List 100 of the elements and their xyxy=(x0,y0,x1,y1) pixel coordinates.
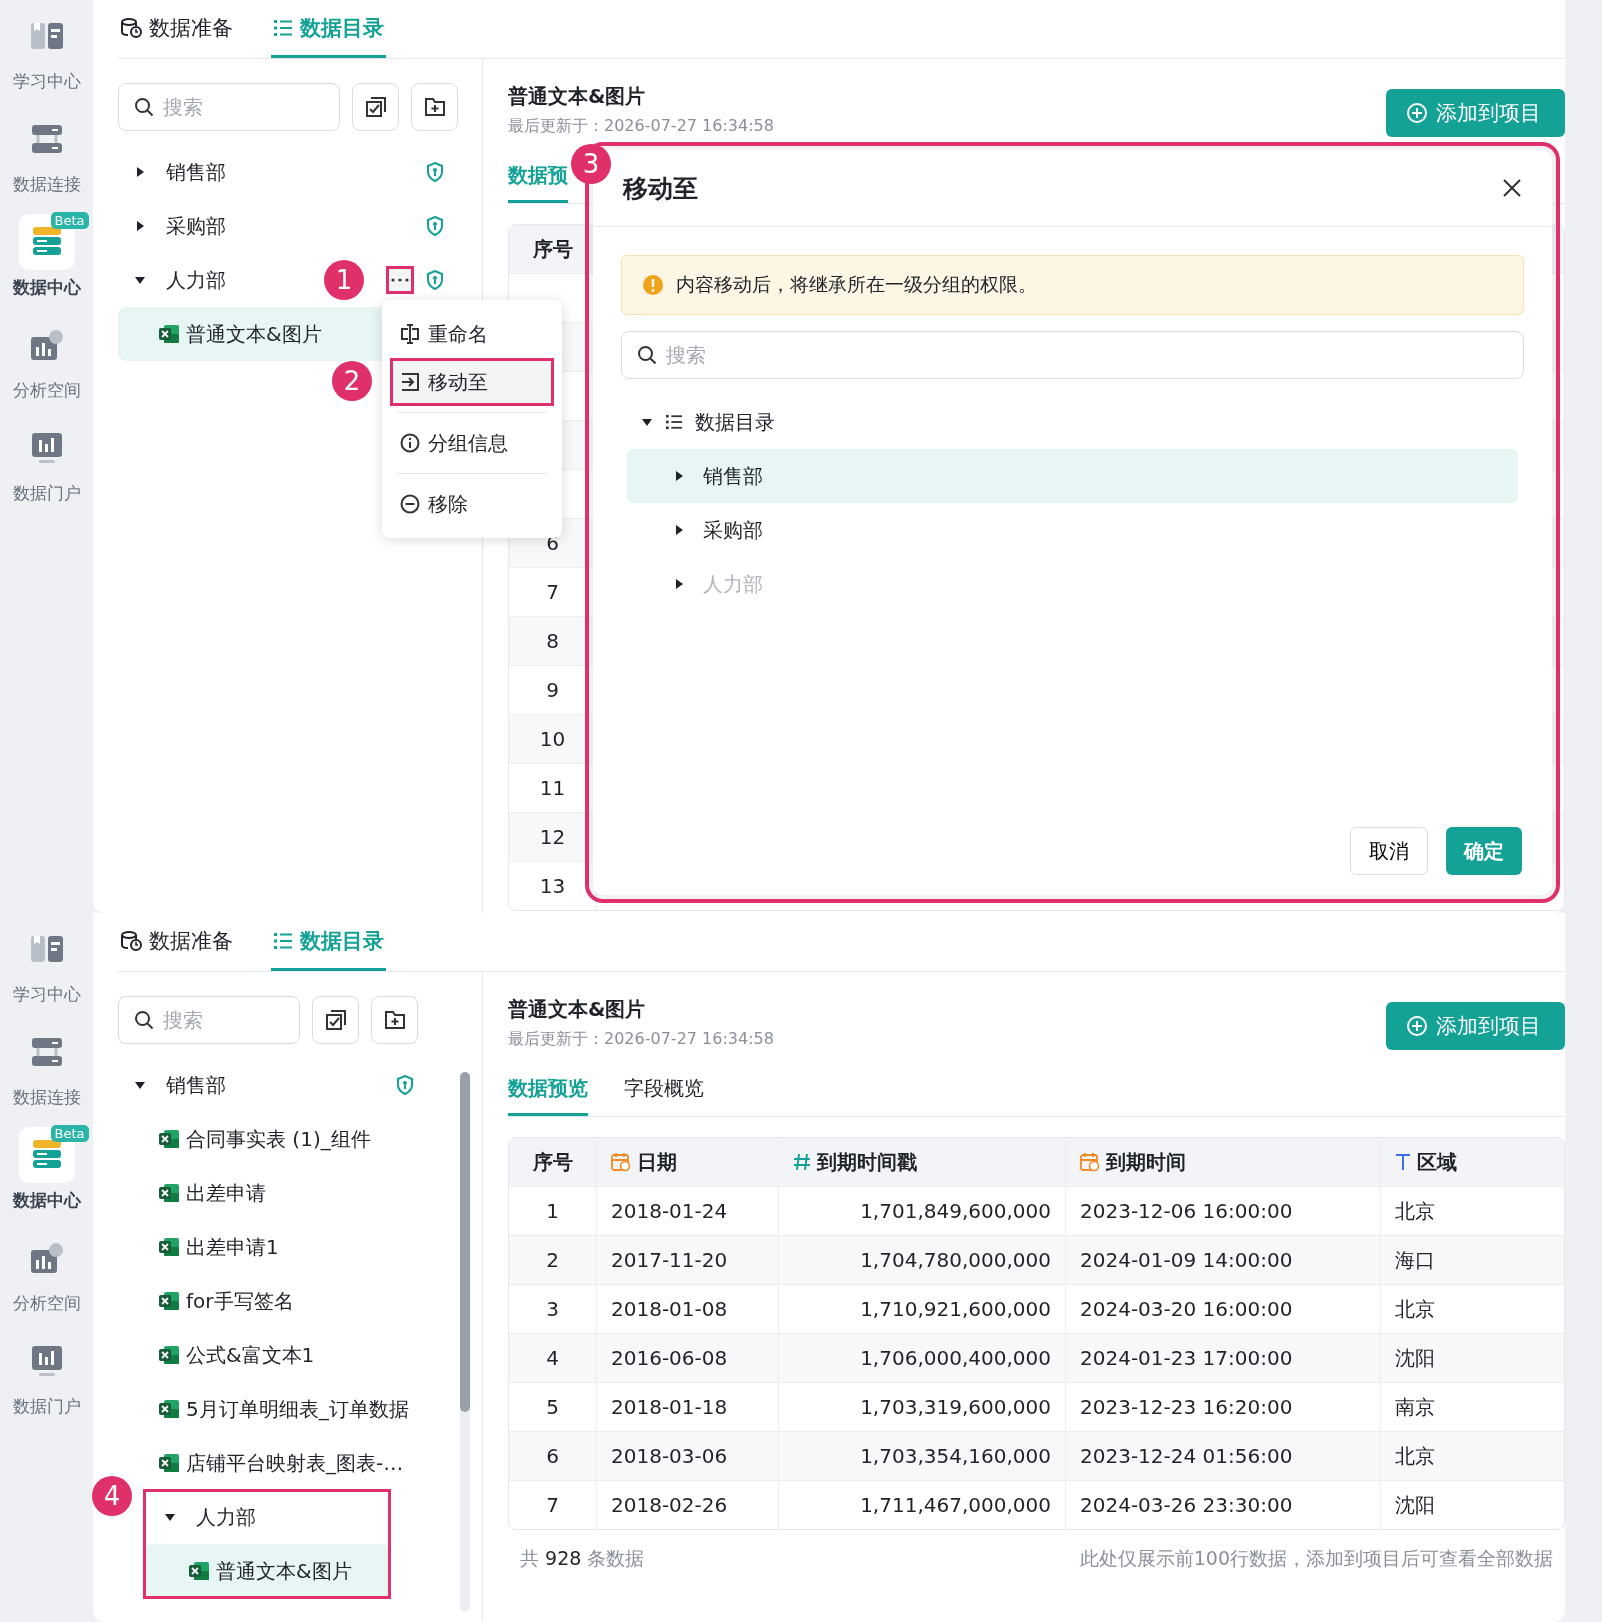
monitor-chart-icon xyxy=(30,432,63,464)
text-type-icon xyxy=(1395,1153,1411,1171)
folder-plus-icon xyxy=(383,1010,406,1030)
chart-icon xyxy=(29,329,64,361)
table-cell-text: 沈阳 xyxy=(1394,1344,1436,1372)
search-field[interactable]: 搜索 xyxy=(118,83,340,131)
tree-item[interactable]: 合同事实表 (1)_组件 xyxy=(118,1112,418,1166)
beta-badge: Beta xyxy=(50,212,89,229)
tree-item[interactable]: 5月订单明细表_订单数据 xyxy=(118,1382,418,1436)
table-cell: 6 xyxy=(509,1432,597,1480)
nav-item[interactable]: 学习中心 xyxy=(2,921,91,1006)
table-cell-text: 北京 xyxy=(1394,1295,1436,1323)
plus-circle-icon xyxy=(1406,102,1428,124)
tree-item[interactable]: 出差申请 xyxy=(118,1166,418,1220)
caret-icon xyxy=(673,578,685,590)
book-icon xyxy=(29,21,64,51)
spreadsheet-icon xyxy=(158,1344,180,1366)
spreadsheet-icon xyxy=(158,1398,180,1420)
caret-icon xyxy=(134,1079,146,1091)
tree-folder[interactable]: 销售部 xyxy=(118,145,458,199)
dialog-title: 移动至 xyxy=(623,172,698,205)
updated-time: 最后更新于：2026-07-27 16:34:58 xyxy=(508,116,774,137)
caret-icon xyxy=(673,524,685,536)
column-header: 到期时间戳 xyxy=(779,1138,1066,1186)
nav-item[interactable]: 学习中心 xyxy=(2,8,91,93)
menu-item[interactable]: 分组信息 xyxy=(390,419,554,467)
server-icon xyxy=(29,123,64,155)
step-marker: 1 xyxy=(324,260,364,300)
table-cell: 2 xyxy=(509,1236,597,1284)
table-cell: 4 xyxy=(509,1334,597,1382)
minus-circle-icon xyxy=(400,494,420,514)
spreadsheet-icon xyxy=(158,1128,180,1150)
search-icon xyxy=(134,97,154,117)
dataset-title: 普通文本&图片 xyxy=(508,83,647,110)
view-tab[interactable]: 字段概览 xyxy=(624,1064,704,1116)
table-cell: 2016-06-08 xyxy=(597,1334,779,1382)
tree-folder[interactable]: 采购部 xyxy=(118,199,458,253)
table-cell: 2024-01-09 14:00:00 xyxy=(1066,1236,1381,1284)
new-folder-button[interactable] xyxy=(411,83,458,131)
tree-item[interactable]: 出差申请1 xyxy=(118,1220,418,1274)
tree-folder[interactable]: 人力部 1 xyxy=(118,253,458,307)
hash-icon xyxy=(793,1152,811,1172)
folder-plus-icon xyxy=(423,97,446,117)
cancel-button[interactable]: 取消 xyxy=(1350,827,1428,875)
tree-item[interactable]: 公式&富文本1 xyxy=(118,1328,418,1382)
spreadsheet-icon xyxy=(158,1290,180,1312)
tree-item[interactable]: 普通文本&图片 xyxy=(144,1544,390,1598)
batch-select-button[interactable] xyxy=(312,996,359,1044)
table-cell: 2024-03-26 23:30:00 xyxy=(1066,1481,1381,1529)
nav-item[interactable]: 数据连接 xyxy=(2,1024,91,1109)
table-cell: 1,706,000,400,000 xyxy=(779,1334,1066,1382)
scrollbar[interactable] xyxy=(460,1072,470,1612)
shield-icon xyxy=(396,1075,414,1095)
table-cell-text: 沈阳 xyxy=(1394,1491,1436,1519)
top-tab[interactable]: 数据准备 xyxy=(118,913,235,971)
nav-item[interactable]: 数据门户 xyxy=(2,420,91,505)
tree-folder[interactable]: 人力部 xyxy=(144,1490,390,1544)
checkbox-icon xyxy=(324,1009,347,1031)
tree-item[interactable]: for手写签名 xyxy=(118,1274,418,1328)
spreadsheet-icon xyxy=(158,1452,180,1474)
search-field[interactable]: 搜索 xyxy=(621,331,1524,379)
spreadsheet-icon xyxy=(158,1236,180,1258)
folder-label: 销售部 xyxy=(166,158,226,186)
tree-root[interactable]: 数据目录 xyxy=(621,395,1524,449)
tree-folder[interactable]: 销售部 xyxy=(118,1058,418,1112)
warning-icon xyxy=(642,274,664,296)
search-field[interactable]: 搜索 xyxy=(118,996,300,1044)
nav-item[interactable]: 分析空间 xyxy=(2,1230,91,1315)
table-cell-text: 南京 xyxy=(1394,1393,1436,1421)
spreadsheet-icon xyxy=(158,323,180,345)
nav-item[interactable]: 数据门户 xyxy=(2,1333,91,1418)
more-button[interactable] xyxy=(386,266,414,294)
spreadsheet-icon xyxy=(188,1560,210,1582)
table-cell: 2024-01-23 17:00:00 xyxy=(1066,1334,1381,1382)
nav-item[interactable]: 分析空间 xyxy=(2,317,91,402)
calendar-icon xyxy=(1080,1152,1100,1172)
monitor-chart-icon xyxy=(30,1345,63,1377)
batch-select-button[interactable] xyxy=(352,83,399,131)
nav-item[interactable]: Beta 数据中心 xyxy=(2,214,91,299)
preview-note: 此处仅展示前100行数据，添加到项目后可查看全部数据 xyxy=(1079,1546,1553,1571)
tree-folder[interactable]: 销售部 xyxy=(627,449,1518,503)
alert-text: 内容移动后，将继承所在一级分组的权限。 xyxy=(676,272,1037,297)
caret-icon xyxy=(164,1511,176,1523)
info-icon xyxy=(400,433,420,453)
nav-item[interactable]: 数据连接 xyxy=(2,111,91,196)
shield-icon xyxy=(426,216,444,236)
column-header: 到期时间 xyxy=(1066,1138,1381,1186)
table-cell-text: 北京 xyxy=(1394,1442,1436,1470)
folder-label: 采购部 xyxy=(166,212,226,240)
column-header: 序号 xyxy=(509,1138,597,1186)
row-count: 共 928 条数据 xyxy=(520,1546,645,1571)
checkbox-icon xyxy=(364,96,387,118)
nav-item[interactable]: Beta 数据中心 xyxy=(2,1127,91,1212)
ellipsis-icon xyxy=(391,278,409,282)
tree-folder[interactable]: 采购部 xyxy=(627,503,1518,557)
top-tab[interactable]: 数据准备 xyxy=(118,0,235,58)
list-icon xyxy=(665,414,683,430)
move-in-icon xyxy=(400,372,420,392)
close-icon[interactable] xyxy=(1502,178,1522,198)
new-folder-button[interactable] xyxy=(371,996,418,1044)
